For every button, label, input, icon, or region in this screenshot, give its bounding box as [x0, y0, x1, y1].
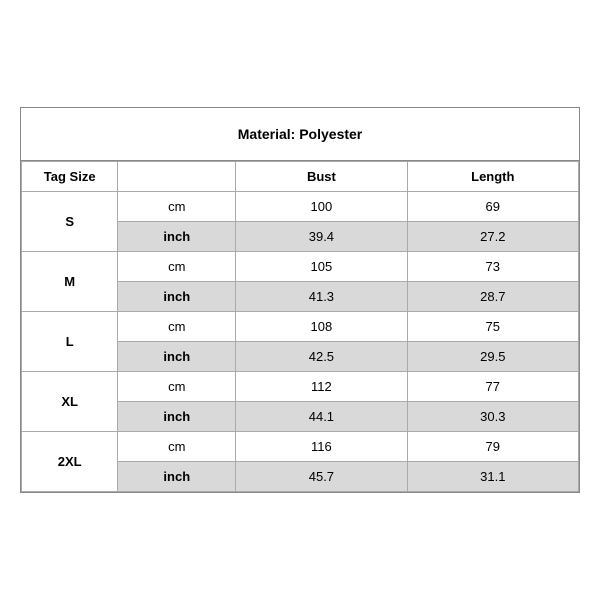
size-label: XL	[22, 372, 118, 432]
header-length: Length	[407, 162, 578, 192]
header-unit-empty	[118, 162, 236, 192]
unit-cm: cm	[118, 252, 236, 282]
chart-title: Material: Polyester	[21, 108, 579, 161]
table-row: S cm 100 69	[22, 192, 579, 222]
size-table: Tag Size Bust Length S cm 100 69 inch 39…	[21, 161, 579, 492]
bust-cm: 108	[236, 312, 407, 342]
bust-cm: 116	[236, 432, 407, 462]
bust-cm: 112	[236, 372, 407, 402]
unit-inch: inch	[118, 282, 236, 312]
length-cm: 69	[407, 192, 578, 222]
length-cm: 73	[407, 252, 578, 282]
length-inch: 28.7	[407, 282, 578, 312]
unit-cm: cm	[118, 372, 236, 402]
table-header-row: Tag Size Bust Length	[22, 162, 579, 192]
table-row: XL cm 112 77	[22, 372, 579, 402]
size-label: 2XL	[22, 432, 118, 492]
size-label: S	[22, 192, 118, 252]
bust-inch: 39.4	[236, 222, 407, 252]
length-inch: 30.3	[407, 402, 578, 432]
unit-inch: inch	[118, 342, 236, 372]
unit-inch: inch	[118, 462, 236, 492]
table-row: L cm 108 75	[22, 312, 579, 342]
size-label: M	[22, 252, 118, 312]
header-bust: Bust	[236, 162, 407, 192]
length-cm: 79	[407, 432, 578, 462]
length-cm: 75	[407, 312, 578, 342]
unit-cm: cm	[118, 312, 236, 342]
bust-inch: 42.5	[236, 342, 407, 372]
unit-cm: cm	[118, 192, 236, 222]
unit-cm: cm	[118, 432, 236, 462]
header-tag-size: Tag Size	[22, 162, 118, 192]
unit-inch: inch	[118, 222, 236, 252]
bust-cm: 105	[236, 252, 407, 282]
table-row: M cm 105 73	[22, 252, 579, 282]
size-chart-container: Material: Polyester Tag Size Bust Length…	[20, 107, 580, 493]
size-label: L	[22, 312, 118, 372]
bust-inch: 44.1	[236, 402, 407, 432]
length-inch: 29.5	[407, 342, 578, 372]
table-row: 2XL cm 116 79	[22, 432, 579, 462]
unit-inch: inch	[118, 402, 236, 432]
length-inch: 31.1	[407, 462, 578, 492]
bust-cm: 100	[236, 192, 407, 222]
bust-inch: 45.7	[236, 462, 407, 492]
length-cm: 77	[407, 372, 578, 402]
bust-inch: 41.3	[236, 282, 407, 312]
length-inch: 27.2	[407, 222, 578, 252]
